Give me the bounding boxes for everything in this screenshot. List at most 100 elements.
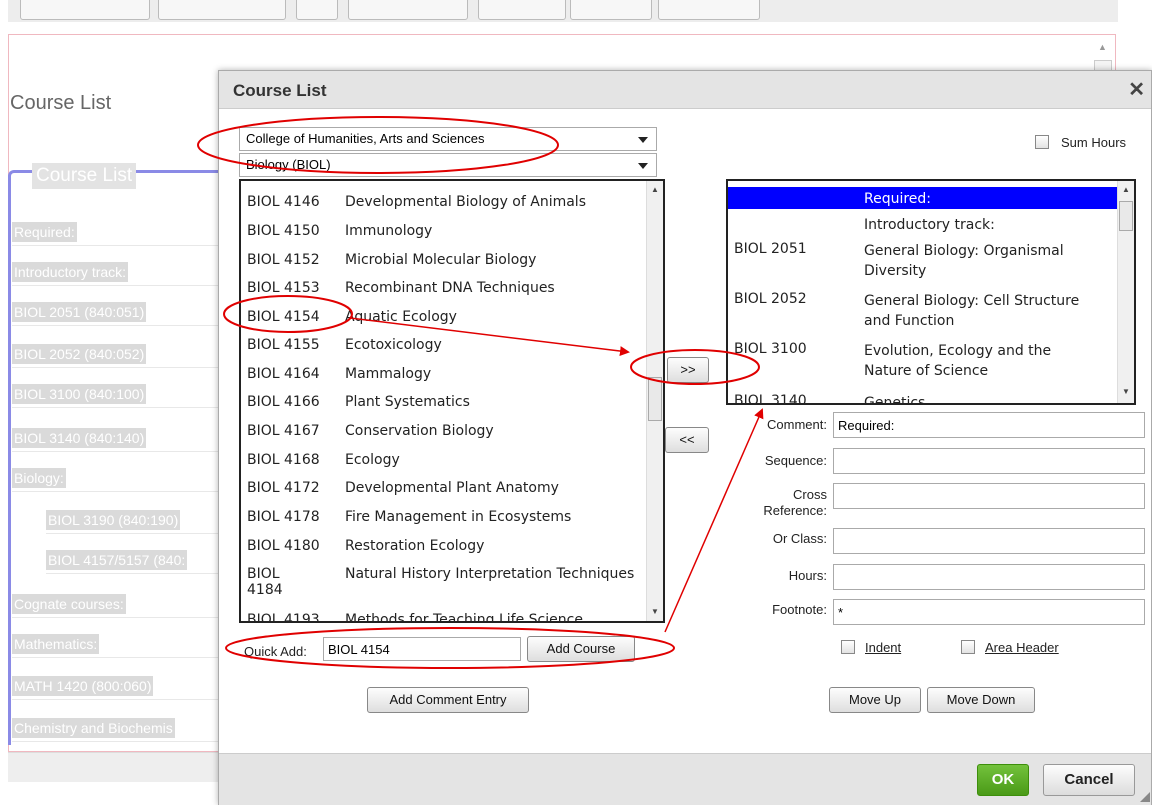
editor-toolbar xyxy=(8,0,1118,22)
list-item: BIOL 2051 (840:051) xyxy=(12,298,220,326)
course-list-dialog: Course List ✕ College of Humanities, Art… xyxy=(218,70,1152,805)
add-comment-entry-button[interactable]: Add Comment Entry xyxy=(367,687,529,713)
course-list-legend: Course List xyxy=(32,163,137,189)
scroll-up-icon[interactable]: ▲ xyxy=(1098,42,1107,52)
row-label: Introductory track: xyxy=(12,262,129,282)
toolbar-button[interactable] xyxy=(478,0,566,20)
chevron-down-icon xyxy=(638,137,648,143)
list-item: Biology: xyxy=(12,464,220,492)
list-item-selected[interactable]: Required: xyxy=(728,187,1120,209)
ok-button[interactable]: OK xyxy=(977,764,1029,796)
scroll-down-icon[interactable]: ▼ xyxy=(651,607,659,616)
editor-footer xyxy=(8,752,220,782)
or-class-field[interactable] xyxy=(833,528,1145,554)
list-item: BIOL 4157/5157 (840: xyxy=(46,546,220,574)
course-code: BIOL 4146 xyxy=(247,194,320,210)
close-icon[interactable]: ✕ xyxy=(1128,77,1145,102)
editor-scrollbar[interactable]: ▲ xyxy=(1092,34,1114,74)
course-title: Recombinant DNA Techniques xyxy=(345,280,555,296)
sequence-label: Sequence: xyxy=(764,453,827,468)
screen: ▲ Course List Course List Required: Intr… xyxy=(0,0,1152,805)
course-title: Mammalogy xyxy=(345,366,432,382)
scroll-thumb[interactable] xyxy=(648,377,662,421)
list-item: MATH 1420 (800:060) xyxy=(12,672,220,700)
course-title: Fire Management in Ecosystems xyxy=(345,509,572,525)
toolbar-button[interactable] xyxy=(570,0,652,20)
toolbar-button[interactable] xyxy=(20,0,150,20)
quick-add-label: Quick Add: xyxy=(244,644,307,659)
move-down-button[interactable]: Move Down xyxy=(927,687,1035,713)
row-label: BIOL 2051 (840:051) xyxy=(12,302,147,322)
row-label: BIOL 2052 (840:052) xyxy=(12,344,147,364)
course-code: BIOL 2052 xyxy=(734,291,807,307)
list-item: BIOL 3140 (840:140) xyxy=(12,424,220,452)
course-code: BIOL 4164 xyxy=(247,366,320,382)
list-item: Required: xyxy=(12,218,220,246)
add-to-list-button[interactable]: >> xyxy=(667,357,709,383)
row-label: BIOL 3190 (840:190) xyxy=(46,510,181,530)
cross-reference-field[interactable] xyxy=(833,483,1145,509)
course-title: Evolution, Ecology and the Nature of Sci… xyxy=(864,343,1052,379)
course-title: Conservation Biology xyxy=(345,423,494,439)
college-select[interactable]: College of Humanities, Arts and Sciences xyxy=(239,127,657,151)
scroll-thumb[interactable] xyxy=(1119,201,1133,231)
course-title: Methods for Teaching Life Science xyxy=(345,612,583,623)
list-item: BIOL 2052 (840:052) xyxy=(12,340,220,368)
toolbar-button[interactable] xyxy=(658,0,760,20)
comment-label: Comment: xyxy=(767,417,827,432)
footnote-label: Footnote: xyxy=(772,602,827,617)
list-item: Cognate courses: xyxy=(12,590,220,618)
list-scrollbar[interactable]: ▲ ▼ xyxy=(1117,181,1134,403)
row-label: BIOL 4157/5157 (840: xyxy=(46,550,188,570)
row-label: Biology: xyxy=(12,468,66,488)
hours-label: Hours: xyxy=(788,568,827,583)
toolbar-button[interactable] xyxy=(296,0,338,20)
course-code: BIOL 4184 xyxy=(247,566,283,598)
area-header-checkbox[interactable] xyxy=(961,640,975,654)
course-title: Developmental Plant Anatomy xyxy=(345,480,559,496)
cancel-button[interactable]: Cancel xyxy=(1043,764,1135,796)
available-courses-list[interactable]: BIOL 4146 Developmental Biology of Animal… xyxy=(239,179,665,623)
editor-heading: Course List xyxy=(10,92,112,114)
course-code: BIOL 4193 xyxy=(247,612,320,623)
selected-courses-list[interactable]: Required: Introductory track: BIOL 2051 G… xyxy=(726,179,1136,405)
sequence-field[interactable] xyxy=(833,448,1145,474)
course-title: Ecology xyxy=(345,452,400,468)
course-code: BIOL 4166 xyxy=(247,394,320,410)
college-select-value: College of Humanities, Arts and Sciences xyxy=(246,131,485,146)
resize-handle-icon[interactable] xyxy=(1140,792,1150,802)
chevron-down-icon xyxy=(638,163,648,169)
subject-select[interactable]: Biology (BIOL) xyxy=(239,153,657,177)
course-title: General Biology: Cell Structure and Func… xyxy=(864,293,1080,329)
move-up-button[interactable]: Move Up xyxy=(829,687,921,713)
indent-label: Indent xyxy=(865,640,902,655)
scroll-up-icon[interactable]: ▲ xyxy=(1122,185,1130,194)
sum-hours-checkbox[interactable] xyxy=(1035,135,1049,149)
footnote-field[interactable]: * xyxy=(833,599,1145,625)
scroll-up-icon[interactable]: ▲ xyxy=(651,185,659,194)
quick-add-input[interactable]: BIOL 4154 xyxy=(323,637,521,661)
course-title: Natural History Interpretation Technique… xyxy=(345,566,635,582)
comment-field[interactable]: Required: xyxy=(833,412,1145,438)
course-code: BIOL 4152 xyxy=(247,252,320,268)
scroll-down-icon[interactable]: ▼ xyxy=(1122,387,1130,396)
course-list-fieldset xyxy=(8,170,223,745)
row-label: Mathematics: xyxy=(12,634,100,654)
course-code: BIOL 3100 xyxy=(734,341,807,357)
course-title: General Biology: Organismal Diversity xyxy=(864,243,1064,279)
toolbar-button[interactable] xyxy=(158,0,286,20)
course-title: Aquatic Ecology xyxy=(345,309,457,325)
indent-checkbox[interactable] xyxy=(841,640,855,654)
course-code: BIOL 2051 xyxy=(734,241,807,257)
course-title: Immunology xyxy=(345,223,433,239)
course-title: Restoration Ecology xyxy=(345,538,485,554)
row-label: BIOL 3100 (840:100) xyxy=(12,384,147,404)
hours-field[interactable] xyxy=(833,564,1145,590)
list-scrollbar[interactable]: ▲ ▼ xyxy=(646,181,663,621)
course-code: BIOL 4168 xyxy=(247,452,320,468)
remove-from-list-button[interactable]: << xyxy=(665,427,709,453)
add-course-button[interactable]: Add Course xyxy=(527,636,635,662)
toolbar-button[interactable] xyxy=(348,0,468,20)
cross-reference-label: Reference: xyxy=(763,503,827,518)
course-title: Plant Systematics xyxy=(345,394,470,410)
